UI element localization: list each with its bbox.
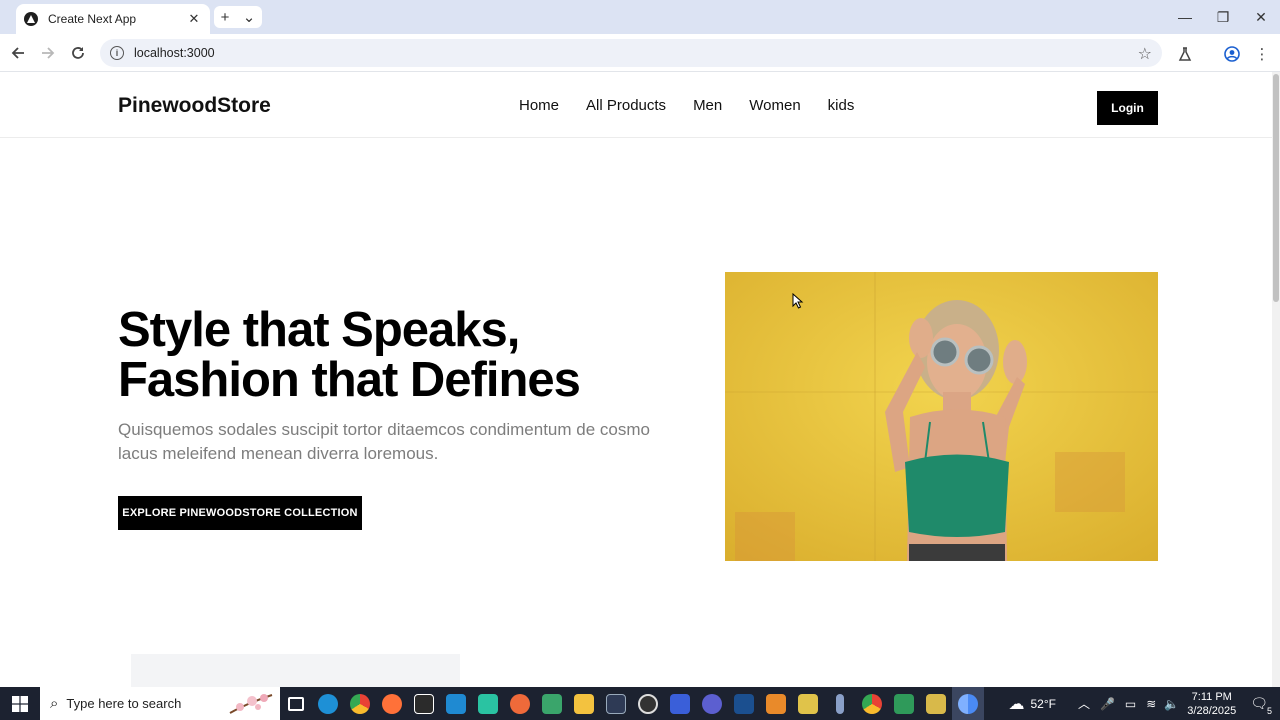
minimize-button[interactable]: — <box>1166 0 1204 34</box>
url-text: localhost:3000 <box>134 46 215 60</box>
reload-icon[interactable] <box>66 41 90 65</box>
product-card-placeholder <box>131 654 460 687</box>
hero-subtitle: Quisquemos sodales suscipit tortor ditae… <box>118 420 650 463</box>
new-tab-group: + ⌄ <box>214 6 262 28</box>
tray-chevron-up-icon[interactable]: ︿ <box>1078 695 1090 712</box>
taskbar-search-placeholder: Type here to search <box>66 696 182 711</box>
tab-list-button[interactable]: ⌄ <box>243 8 256 26</box>
app-yellow2-icon[interactable] <box>920 687 952 720</box>
app-blue-icon[interactable] <box>664 687 696 720</box>
nav-link-all-products[interactable]: All Products <box>586 97 666 114</box>
nav-link-women[interactable]: Women <box>749 97 800 114</box>
nav-link-home[interactable]: Home <box>519 97 559 114</box>
tab-close-icon[interactable]: ✕ <box>186 11 202 27</box>
chrome2-icon[interactable] <box>856 687 888 720</box>
tab-title: Create Next App <box>48 12 137 26</box>
windows-taskbar: ⌕ Type here to search ☁ 52°F ︿ 🎤 ▭ ≋ 🔈 7… <box>0 687 1280 720</box>
hero-title: Style that Speaks, Fashion that Defines <box>118 305 708 405</box>
hero-title-line-2: Fashion that Defines <box>118 353 581 407</box>
weather-cloud-icon[interactable]: ☁ <box>1008 694 1024 714</box>
restore-button[interactable]: ❐ <box>1204 0 1242 34</box>
site-header: PinewoodStore Home All Products Men Wome… <box>0 72 1272 138</box>
login-button[interactable]: Login <box>1097 91 1158 125</box>
app-dark-icon[interactable] <box>600 687 632 720</box>
hero-title-line-1: Style that Speaks, <box>118 303 520 357</box>
app-green3-icon[interactable] <box>888 687 920 720</box>
browser-tab-bar: Create Next App ✕ + ⌄ — ❐ ✕ <box>0 0 1280 34</box>
tray-microphone-icon[interactable]: 🎤 <box>1100 697 1115 711</box>
explore-collection-button[interactable]: EXPLORE PINEWOODSTORE COLLECTION <box>118 496 362 530</box>
weather-temp[interactable]: 52°F <box>1030 697 1055 711</box>
volume-icon[interactable]: 🔈 <box>1164 697 1179 711</box>
kebab-menu-icon[interactable]: ⋮ <box>1251 43 1273 65</box>
app-blue2-icon[interactable] <box>728 687 760 720</box>
file-explorer-icon[interactable] <box>568 687 600 720</box>
search-icon: ⌕ <box>50 695 59 712</box>
back-arrow-icon[interactable] <box>6 41 30 65</box>
taskbar-search-box[interactable]: ⌕ Type here to search <box>40 687 280 720</box>
app-purple-icon[interactable] <box>696 687 728 720</box>
site-logo[interactable]: PinewoodStore <box>118 94 271 118</box>
labs-flask-icon[interactable] <box>1174 43 1196 65</box>
app-yellow-icon[interactable] <box>792 687 824 720</box>
browser-tab[interactable]: Create Next App ✕ <box>16 4 210 34</box>
epic-games-icon[interactable] <box>408 687 440 720</box>
bookmark-star-icon[interactable]: ☆ <box>1138 44 1152 64</box>
notification-center-icon[interactable]: 🗨 5 <box>1250 695 1272 716</box>
microphone-icon[interactable] <box>824 687 856 720</box>
firefox-icon[interactable] <box>376 687 408 720</box>
app-green-icon[interactable] <box>472 687 504 720</box>
task-view-icon[interactable] <box>280 687 312 720</box>
vscode-icon[interactable] <box>440 687 472 720</box>
profile-icon[interactable] <box>1221 43 1243 65</box>
edge-icon[interactable] <box>312 687 344 720</box>
new-tab-button[interactable]: + <box>221 9 230 26</box>
address-bar[interactable]: i localhost:3000 ☆ <box>100 39 1162 67</box>
clock-time: 7:11 PM <box>1191 690 1232 703</box>
web-page: PinewoodStore Home All Products Men Wome… <box>0 72 1272 687</box>
sublime-icon[interactable] <box>760 687 792 720</box>
system-tray: ☁ 52°F ︿ 🎤 ▭ ≋ 🔈 7:11 PM 3/28/2025 🗨 5 <box>1008 687 1280 720</box>
scrollbar-thumb[interactable] <box>1273 74 1279 302</box>
page-scrollbar[interactable] <box>1272 72 1280 687</box>
nav-link-men[interactable]: Men <box>693 97 722 114</box>
nav-link-kids[interactable]: kids <box>828 97 855 114</box>
obs-icon[interactable] <box>632 687 664 720</box>
notification-count: 5 <box>1266 706 1272 716</box>
app-green2-icon[interactable] <box>536 687 568 720</box>
chrome-icon[interactable] <box>344 687 376 720</box>
hero-image <box>725 272 1158 561</box>
windows-start-icon[interactable] <box>0 687 40 720</box>
site-info-icon[interactable]: i <box>110 46 124 60</box>
chrome-active-icon[interactable] <box>952 687 984 720</box>
taskbar-clock[interactable]: 7:11 PM 3/28/2025 <box>1187 690 1236 718</box>
battery-icon[interactable]: ▭ <box>1125 697 1136 711</box>
nextjs-favicon-icon <box>24 12 38 26</box>
main-nav: Home All Products Men Women kids <box>519 97 854 114</box>
forward-arrow-icon[interactable] <box>36 41 60 65</box>
clock-date: 3/28/2025 <box>1187 704 1237 717</box>
cherry-blossom-icon <box>229 694 273 714</box>
app-orange-icon[interactable] <box>504 687 536 720</box>
mouse-cursor-icon <box>792 293 804 309</box>
wifi-icon[interactable]: ≋ <box>1146 697 1156 711</box>
browser-toolbar: i localhost:3000 ☆ ⋮ <box>0 34 1280 72</box>
close-window-button[interactable]: ✕ <box>1242 0 1280 34</box>
